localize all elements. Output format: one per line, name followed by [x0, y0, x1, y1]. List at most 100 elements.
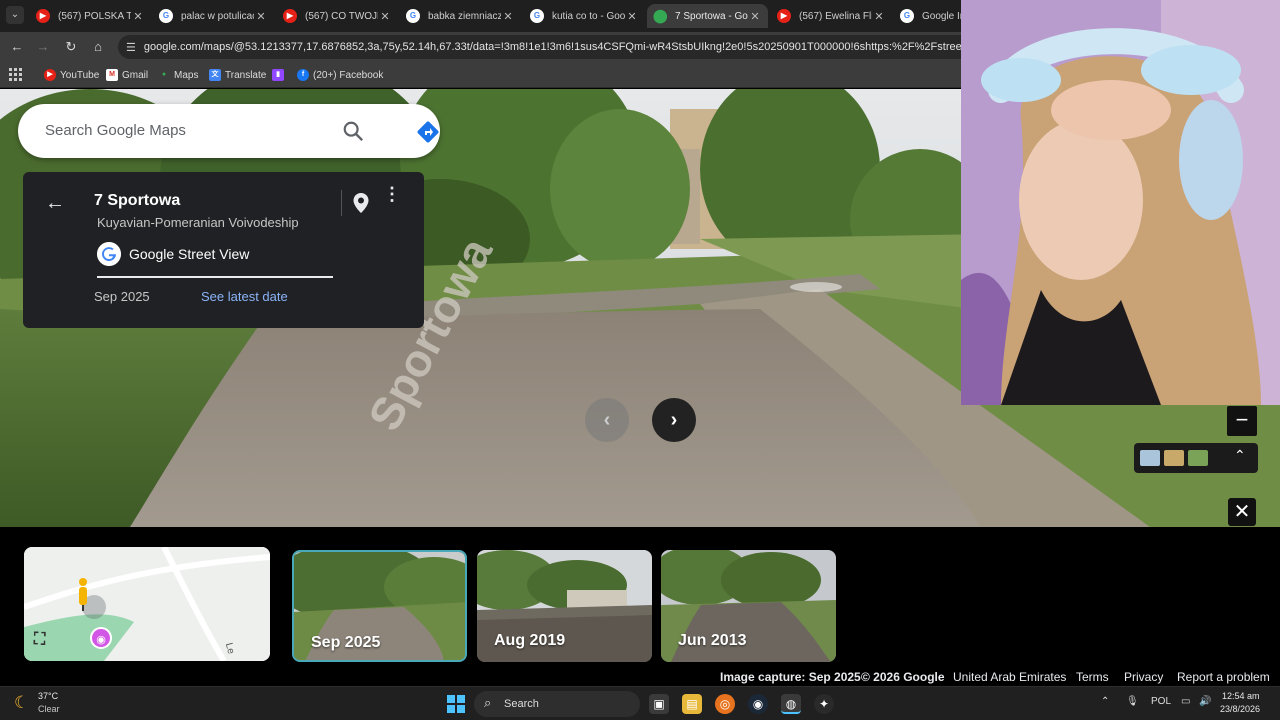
twitch-icon: ▮ — [272, 69, 284, 81]
timeline-thumbnail-sep-2025[interactable]: Sep 2025 — [292, 550, 467, 662]
gmail-icon: M — [106, 69, 118, 81]
tab-google-kutia[interactable]: G kutia co to - Goo ✕ — [524, 4, 645, 28]
layers-control[interactable]: ⌃ — [1134, 443, 1258, 473]
screen: ⌄ ▶ (567) POLSKA TO ✕ G palac w potulica… — [0, 0, 1280, 720]
youtube-icon: ▶ — [283, 9, 297, 23]
chrome-icon[interactable]: ◍ — [781, 694, 801, 714]
privacy-link[interactable]: Privacy — [1124, 670, 1163, 684]
timeline-thumbnail-aug-2019[interactable]: Aug 2019 — [477, 550, 652, 662]
close-timeline-icon[interactable]: ✕ — [1228, 498, 1256, 526]
bookmark-facebook[interactable]: f (20+) Facebook — [297, 67, 383, 83]
tab-search-chevron-icon[interactable]: ⌄ — [6, 6, 24, 24]
bookmark-label: YouTube — [60, 69, 100, 81]
photo-camera-icon[interactable]: ◉ — [90, 627, 112, 649]
previous-image-button[interactable]: ‹ — [585, 398, 629, 442]
tab-youtube-co-twoje[interactable]: ▶ (567) CO TWOJE ✕ — [277, 4, 398, 28]
tab-title: (567) Ewelina Flin — [799, 10, 872, 22]
tab-maps-sportowa[interactable]: ⬤ 7 Sportowa - Goo ✕ — [647, 4, 768, 28]
tab-youtube-ewelina[interactable]: ▶ (567) Ewelina Flin ✕ — [771, 4, 892, 28]
thumbnail-date-label: Sep 2025 — [311, 634, 381, 651]
webcam-overlay — [961, 0, 1280, 405]
close-tab-icon[interactable]: ✕ — [254, 10, 268, 23]
thumbnail-date-label: Jun 2013 — [678, 632, 747, 649]
bookmark-label: Maps — [174, 69, 199, 81]
bookmark-translate[interactable]: 文 Translate — [209, 67, 266, 83]
taskbar-search[interactable]: ⌕ Search — [474, 691, 640, 717]
layer-thumbnail-grass[interactable] — [1188, 450, 1208, 466]
apps-grid-icon[interactable] — [9, 68, 22, 81]
copyright-text: © 2026 Google — [861, 670, 945, 684]
tab-title: kutia co to - Goo — [552, 10, 625, 22]
microphone-icon[interactable]: 🎙 — [1126, 696, 1139, 707]
steam-icon[interactable]: ◉ — [748, 694, 768, 714]
search-icon[interactable] — [342, 120, 364, 142]
back-arrow-icon[interactable]: ← — [8, 38, 26, 56]
bookmark-label: Gmail — [122, 69, 149, 81]
browser-app-icon[interactable]: ◎ — [715, 694, 735, 714]
directions-icon[interactable] — [416, 120, 440, 144]
google-icon: G — [406, 9, 420, 23]
close-tab-icon[interactable]: ✕ — [872, 10, 886, 23]
next-image-button[interactable]: › — [652, 398, 696, 442]
moon-weather-icon[interactable]: ☾ — [14, 693, 29, 713]
close-tab-icon[interactable]: ✕ — [748, 10, 762, 23]
windows-start-icon[interactable] — [447, 695, 465, 713]
youtube-icon: ▶ — [36, 9, 50, 23]
input-language[interactable]: POL — [1151, 696, 1171, 707]
minimap[interactable]: ⛶ ◉ Le — [24, 547, 270, 661]
bookmark-youtube[interactable]: ▶ YouTube — [44, 67, 99, 83]
layer-thumbnail-sky[interactable] — [1140, 450, 1160, 466]
weather-condition[interactable]: Clear — [38, 704, 60, 714]
report-problem-link[interactable]: Report a problem — [1177, 670, 1270, 684]
street-view-info-card: ← 7 Sportowa Kuyavian-Pomeranian Voivode… — [23, 172, 424, 328]
file-explorer-icon[interactable]: ▤ — [682, 694, 702, 714]
divider — [341, 190, 342, 216]
region-link[interactable]: United Arab Emirates — [953, 670, 1066, 684]
image-capture-date: Image capture: Sep 2025 — [720, 670, 861, 684]
app-with-badge-icon[interactable]: ✦ — [814, 694, 834, 714]
more-options-icon[interactable]: ⋮ — [383, 185, 401, 203]
google-icon: G — [900, 9, 914, 23]
bookmark-gmail[interactable]: M Gmail — [106, 67, 148, 83]
home-icon[interactable]: ⌂ — [89, 38, 107, 56]
site-settings-icon[interactable]: ☰ — [126, 41, 136, 54]
expand-chevron-up-icon[interactable]: ⌃ — [1234, 447, 1246, 464]
search-box[interactable]: Search Google Maps — [18, 104, 440, 158]
forward-arrow-icon[interactable]: → — [34, 38, 52, 56]
close-tab-icon[interactable]: ✕ — [378, 10, 392, 23]
clock-date[interactable]: 23/8/2026 — [1220, 704, 1260, 714]
close-tab-icon[interactable]: ✕ — [501, 10, 515, 23]
tab-title: (567) POLSKA TO — [58, 10, 131, 22]
layer-thumbnail-terrain[interactable] — [1164, 450, 1184, 466]
weather-temperature[interactable]: 37°C — [38, 691, 58, 701]
reload-icon[interactable]: ↻ — [62, 38, 80, 56]
see-latest-date-link[interactable]: See latest date — [201, 289, 288, 304]
task-view-icon[interactable]: ▣ — [649, 694, 669, 714]
close-tab-icon[interactable]: ✕ — [625, 10, 639, 23]
google-icon: G — [530, 9, 544, 23]
search-icon: ⌕ — [484, 695, 492, 710]
timeline-thumbnail-jun-2013[interactable]: Jun 2013 — [661, 550, 836, 662]
google-icon: G — [159, 9, 173, 23]
close-tab-icon[interactable]: ✕ — [131, 10, 145, 23]
fullscreen-icon[interactable]: ⛶ — [34, 631, 54, 651]
bookmark-twitch[interactable]: ▮ — [272, 67, 288, 83]
place-subtitle: Kuyavian-Pomeranian Voivodeship — [97, 215, 299, 230]
terms-link[interactable]: Terms — [1076, 670, 1109, 684]
tab-google-babka[interactable]: G babka ziemniaczana ✕ — [400, 4, 521, 28]
tab-youtube-polska[interactable]: ▶ (567) POLSKA TO ✕ — [30, 4, 151, 28]
windows-taskbar: ☾ 37°C Clear ⌕ Search ▣ ▤ ◎ ◉ ◍ ✦ ⌃ 🎙 PO… — [0, 686, 1280, 720]
show-hidden-icons-chevron[interactable]: ⌃ — [1101, 696, 1109, 707]
location-pin-icon[interactable] — [352, 192, 370, 214]
volume-icon[interactable]: 🔊 — [1199, 696, 1211, 707]
network-icon[interactable]: ▭ — [1181, 696, 1190, 707]
collapse-minus-button[interactable]: − — [1227, 406, 1257, 436]
back-arrow-icon[interactable]: ← — [45, 192, 65, 215]
bookmark-maps[interactable]: ● Maps — [158, 67, 199, 83]
url-text: google.com/maps/@53.1213377,17.6876852,3… — [143, 41, 1025, 53]
bookmark-label: Translate — [225, 69, 267, 81]
clock-time[interactable]: 12:54 am — [1222, 691, 1260, 701]
tab-title: babka ziemniaczana — [428, 10, 501, 22]
tab-google-palac[interactable]: G palac w potulicach ✕ — [153, 4, 274, 28]
pegman-icon[interactable] — [76, 577, 90, 616]
